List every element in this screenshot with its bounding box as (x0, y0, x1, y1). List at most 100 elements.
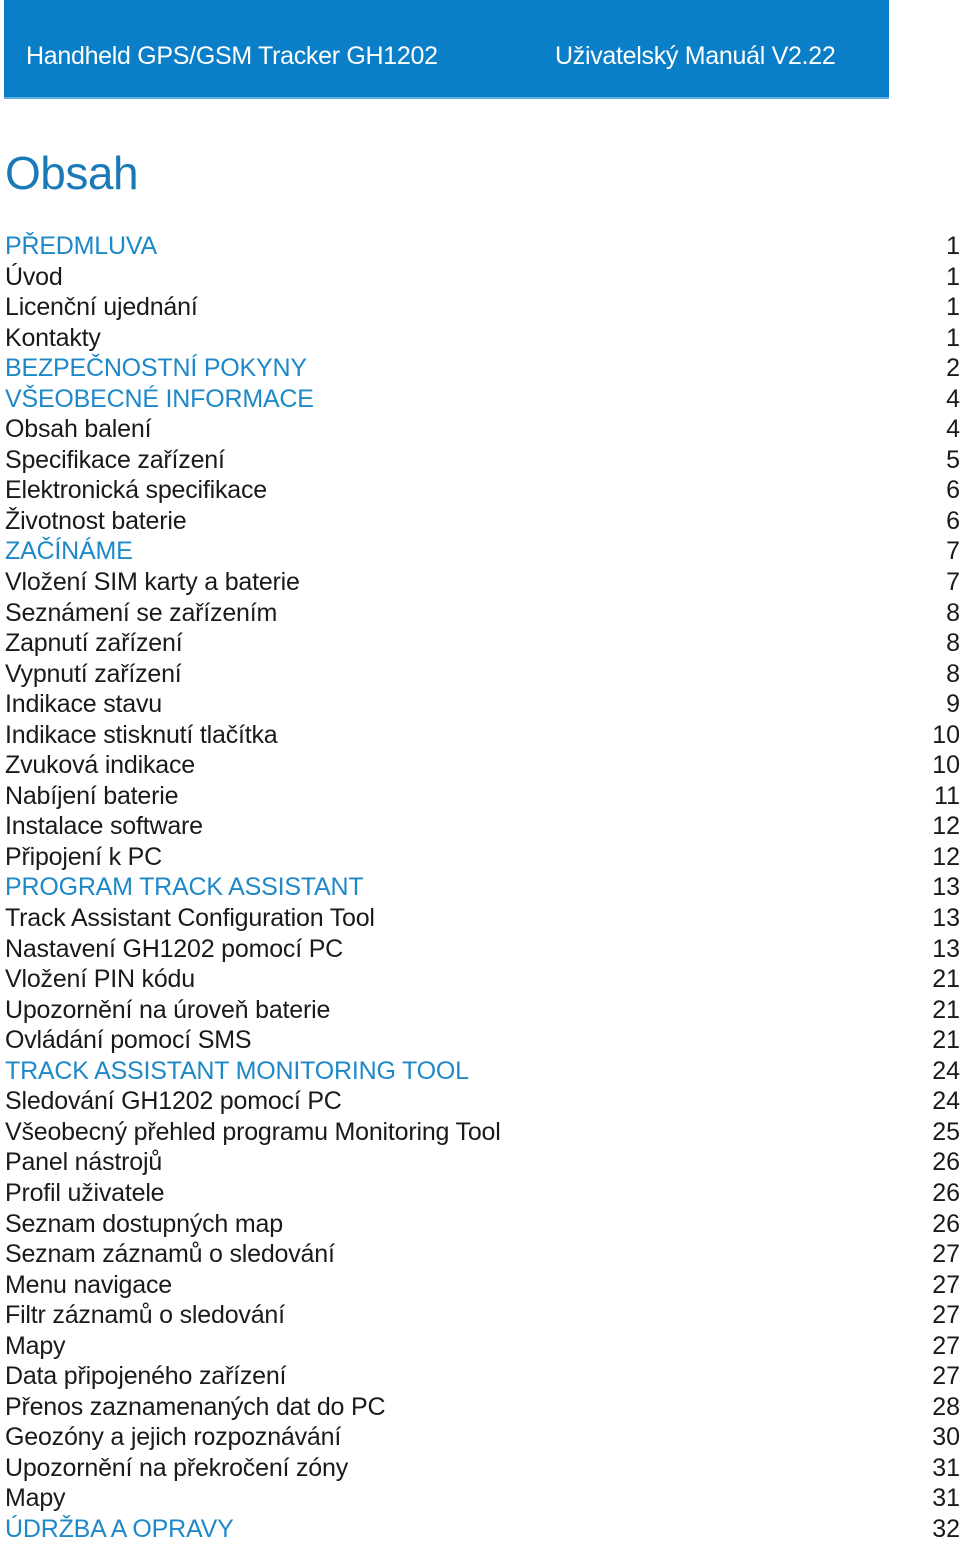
toc-entry[interactable]: Data připojeného zařízení 27 (5, 1361, 960, 1392)
toc-entry-label: BEZPEČNOSTNÍ POKYNY (5, 354, 307, 383)
toc-entry[interactable]: Seznam dostupných map 26 (5, 1209, 960, 1240)
toc-section-entry[interactable]: VŠEOBECNÉ INFORMACE 4 (5, 384, 960, 415)
toc-entry-label: Nastavení GH1202 pomocí PC (5, 934, 344, 963)
toc-entry-page-number: 26 (932, 1148, 960, 1177)
toc-entry[interactable]: Připojení k PC 12 (5, 842, 960, 873)
toc-entry-page-number: 8 (946, 659, 960, 688)
toc-entry-page-number: 30 (932, 1423, 960, 1452)
toc-entry[interactable]: Menu navigace 27 (5, 1270, 960, 1301)
toc-section-entry[interactable]: TRACK ASSISTANT MONITORING TOOL 24 (5, 1056, 960, 1087)
toc-entry[interactable]: Indikace stisknutí tlačítka 10 (5, 720, 960, 751)
toc-entry[interactable]: Indikace stavu 9 (5, 689, 960, 720)
toc-entry[interactable]: Životnost baterie 6 (5, 506, 960, 537)
toc-entry-page-number: 31 (932, 1484, 960, 1513)
toc-entry[interactable]: Úvod 1 (5, 262, 960, 293)
toc-entry-page-number: 21 (932, 995, 960, 1024)
toc-entry-page-number: 10 (932, 720, 960, 749)
toc-entry-label: PŘEDMLUVA (5, 232, 157, 260)
toc-entry[interactable]: Upozornění na překročení zóny 31 (5, 1453, 960, 1484)
toc-entry-label: Sledování GH1202 pomocí PC (5, 1087, 342, 1116)
toc-entry-label: Zapnutí zařízení (5, 629, 183, 658)
toc-entry[interactable]: Panel nástrojů 26 (5, 1147, 960, 1178)
toc-entry-label: Filtr záznamů o sledování (5, 1301, 285, 1330)
toc-entry-page-number: 27 (932, 1270, 960, 1299)
toc-entry-page-number: 8 (946, 598, 960, 627)
toc-entry-page-number: 6 (946, 476, 960, 505)
manual-version: Uživatelský Manuál V2.22 (555, 42, 836, 70)
toc-entry[interactable]: Filtr záznamů o sledování 27 (5, 1300, 960, 1331)
toc-entry[interactable]: Nabíjení baterie 11 (5, 781, 960, 812)
toc-section-entry[interactable]: ZAČÍNÁME 7 (5, 536, 960, 567)
toc-entry-page-number: 8 (946, 629, 960, 658)
toc-entry-page-number: 21 (932, 965, 960, 994)
toc-entry-page-number: 27 (932, 1331, 960, 1360)
toc-entry[interactable]: Obsah balení 4 (5, 414, 960, 445)
toc-entry[interactable]: Mapy 31 (5, 1483, 960, 1514)
toc-entry[interactable]: Nastavení GH1202 pomocí PC 13 (5, 934, 960, 965)
toc-entry-page-number: 26 (932, 1178, 960, 1207)
toc-entry[interactable]: Seznam záznamů o sledování 27 (5, 1239, 960, 1270)
toc-entry-label: Profil uživatele (5, 1178, 165, 1207)
toc-entry-page-number: 21 (932, 1026, 960, 1055)
toc-entry[interactable]: Kontakty 1 (5, 323, 960, 354)
toc-entry[interactable]: Specifikace zařízení 5 (5, 445, 960, 476)
toc-entry-label: Ovládání pomocí SMS (5, 1026, 252, 1055)
toc-entry-label: ZAČÍNÁME (5, 537, 133, 566)
toc-entry[interactable]: Profil uživatele 26 (5, 1178, 960, 1209)
toc-entry-page-number: 13 (932, 904, 960, 933)
toc-entry-label: Všeobecný přehled programu Monitoring To… (5, 1117, 501, 1146)
toc-entry-page-number: 11 (934, 781, 960, 810)
toc-entry-label: Kontakty (5, 323, 101, 352)
toc-entry[interactable]: Přenos zaznamenaných dat do PC 28 (5, 1392, 960, 1423)
toc-section-entry[interactable]: PŘEDMLUVA 1 (5, 231, 960, 262)
toc-entry[interactable]: Sledování GH1202 pomocí PC 24 (5, 1086, 960, 1117)
toc-entry[interactable]: Vložení PIN kódu 21 (5, 964, 960, 995)
toc-entry-label: Elektronická specifikace (5, 476, 267, 505)
toc-entry[interactable]: Upozornění na úroveň baterie 21 (5, 995, 960, 1026)
toc-entry[interactable]: Instalace software 12 (5, 811, 960, 842)
toc-section-entry[interactable]: BEZPEČNOSTNÍ POKYNY 2 (5, 353, 960, 384)
toc-entry-page-number: 9 (946, 690, 960, 719)
toc-entry-label: Úvod (5, 262, 63, 291)
toc-entry[interactable]: Zvuková indikace 10 (5, 750, 960, 781)
toc-entry[interactable]: Mapy 27 (5, 1331, 960, 1362)
toc-entry-page-number: 4 (946, 415, 960, 444)
toc-entry-page-number: 32 (932, 1514, 960, 1543)
toc-entry-label: VŠEOBECNÉ INFORMACE (5, 384, 314, 413)
toc-entry-label: Indikace stavu (5, 690, 163, 719)
toc-entry[interactable]: Vypnutí zařízení 8 (5, 659, 960, 690)
toc-entry[interactable]: Seznámení se zařízením 8 (5, 598, 960, 629)
toc-entry-label: Mapy (5, 1484, 66, 1513)
toc-entry[interactable]: Ovládání pomocí SMS 21 (5, 1025, 960, 1056)
toc-section-entry[interactable]: PROGRAM TRACK ASSISTANT 13 (5, 872, 960, 903)
toc-entry-page-number: 1 (946, 232, 960, 260)
toc-entry-label: Zvuková indikace (5, 751, 195, 780)
product-title: Handheld GPS/GSM Tracker GH1202 (26, 42, 438, 70)
toc-entry-label: Specifikace zařízení (5, 445, 225, 474)
page-title: Obsah (5, 147, 139, 199)
toc-entry-label: Seznam dostupných map (5, 1209, 283, 1238)
toc-entry-label: Data připojeného zařízení (5, 1362, 287, 1391)
toc-entry[interactable]: Track Assistant Configuration Tool 13 (5, 903, 960, 934)
toc-entry[interactable]: Elektronická specifikace 6 (5, 475, 960, 506)
toc-entry-label: TRACK ASSISTANT MONITORING TOOL (5, 1056, 469, 1085)
toc-entry-label: PROGRAM TRACK ASSISTANT (5, 873, 364, 902)
toc-entry-label: Seznámení se zařízením (5, 598, 278, 627)
toc-entry-page-number: 27 (932, 1240, 960, 1269)
toc-entry-page-number: 27 (932, 1301, 960, 1330)
toc-section-entry[interactable]: ÚDRŽBA A OPRAVY 32 (5, 1514, 960, 1545)
toc-entry-page-number: 24 (932, 1087, 960, 1116)
toc-entry-page-number: 12 (932, 842, 960, 871)
toc-entry-page-number: 31 (932, 1453, 960, 1482)
toc-entry-label: ÚDRŽBA A OPRAVY (5, 1514, 234, 1543)
toc-entry-page-number: 1 (946, 262, 960, 291)
toc-entry-page-number: 1 (946, 293, 960, 322)
toc-entry[interactable]: Vložení SIM karty a baterie 7 (5, 567, 960, 598)
toc-entry-page-number: 24 (932, 1056, 960, 1085)
toc-entry-label: Upozornění na úroveň baterie (5, 995, 331, 1024)
toc-entry[interactable]: Všeobecný přehled programu Monitoring To… (5, 1117, 960, 1148)
toc-entry[interactable]: Licenční ujednání 1 (5, 292, 960, 323)
toc-entry-label: Vypnutí zařízení (5, 659, 182, 688)
toc-entry[interactable]: Zapnutí zařízení 8 (5, 628, 960, 659)
toc-entry[interactable]: Geozóny a jejich rozpoznávání 30 (5, 1422, 960, 1453)
